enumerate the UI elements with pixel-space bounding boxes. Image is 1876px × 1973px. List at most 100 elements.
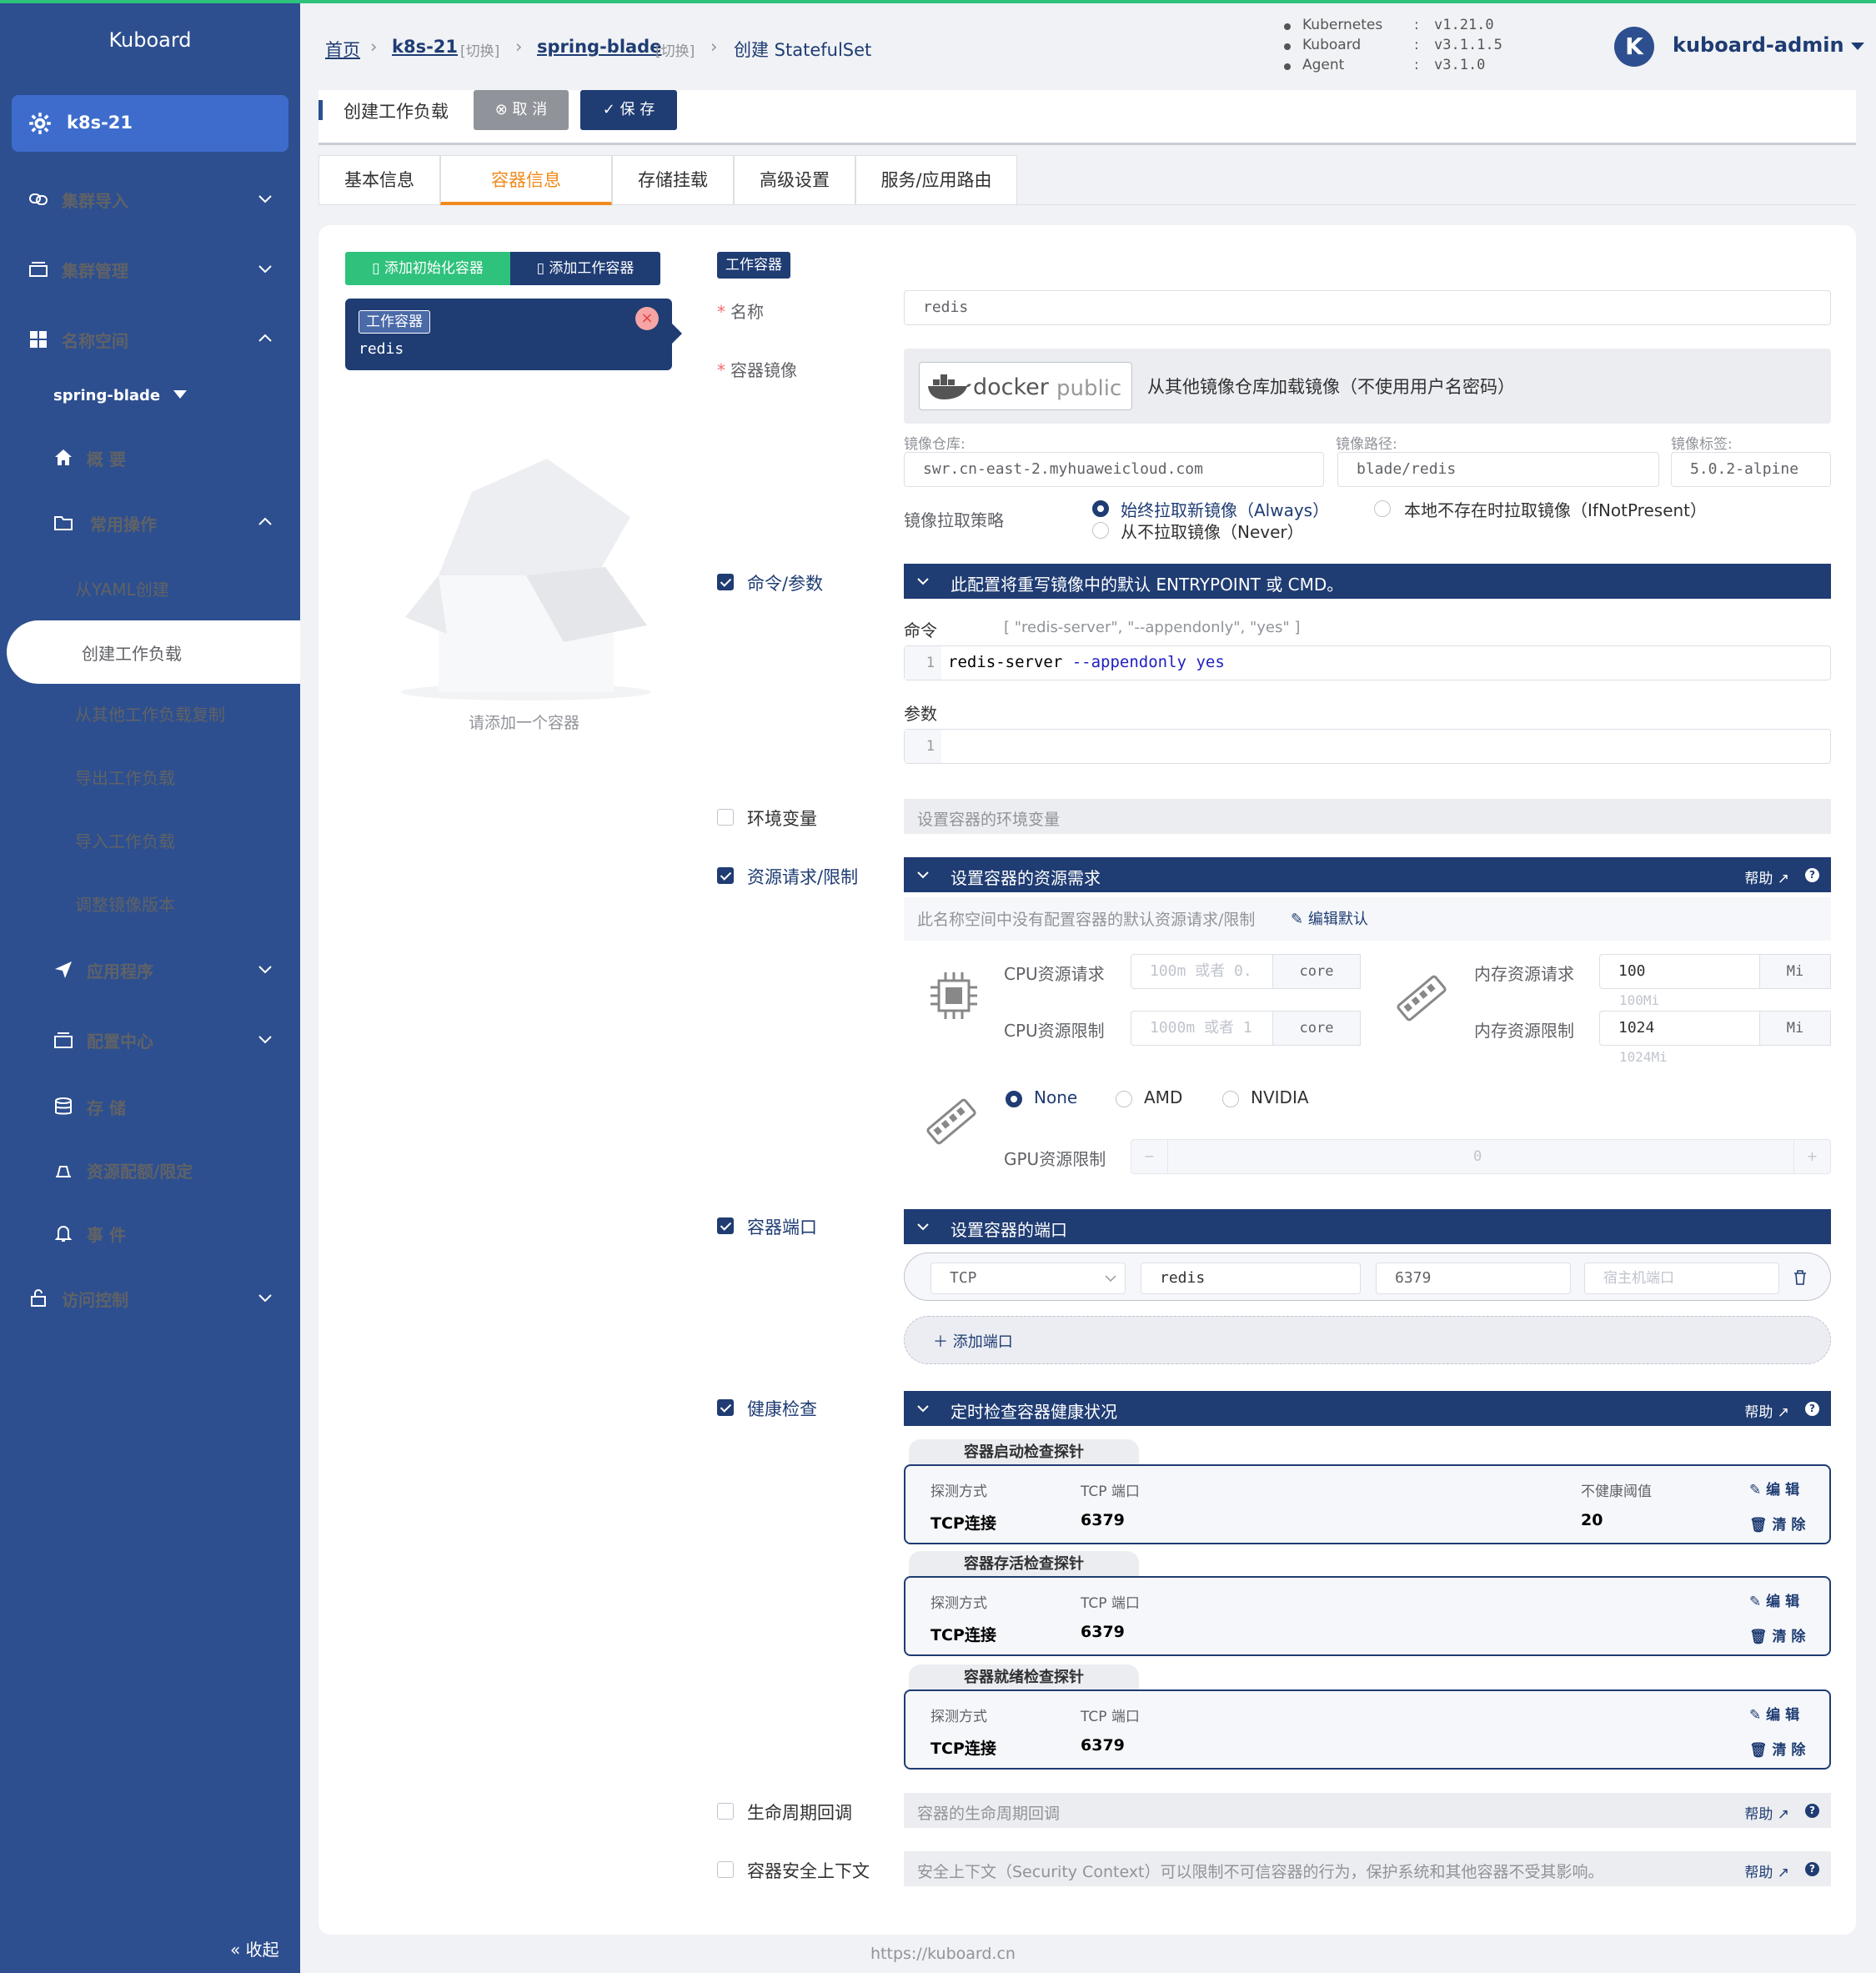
- ports-checkbox[interactable]: [717, 1217, 734, 1234]
- sidebar-item-storage[interactable]: 存 储: [0, 1086, 300, 1127]
- trash-icon[interactable]: [1793, 1269, 1808, 1286]
- sidebar: Kuboard k8s-21 集群导入 集群管理 名称空间 spring-bla…: [0, 3, 300, 1973]
- add-init-container-button[interactable]: ▯ 添加初始化容器: [345, 252, 510, 285]
- sidebar-item-namespace[interactable]: 名称空间: [0, 319, 300, 360]
- sidebar-item-applications[interactable]: 应用程序: [0, 949, 300, 991]
- help-link[interactable]: 帮助 ↗: [1744, 1860, 1789, 1881]
- chevron-right-icon: ›: [710, 37, 718, 57]
- help-link[interactable]: 帮助 ↗: [1744, 1802, 1789, 1823]
- breadcrumb-home[interactable]: 首页: [325, 37, 360, 62]
- port-protocol-select[interactable]: TCP: [930, 1263, 1126, 1294]
- clear-probe-button[interactable]: 🗑 清 除: [1749, 1513, 1805, 1534]
- grid-icon: [30, 331, 47, 348]
- edit-probe-button[interactable]: ✎ 编 辑: [1749, 1589, 1799, 1610]
- breadcrumb-namespace[interactable]: spring-blade: [537, 37, 661, 57]
- help-link[interactable]: 帮助 ↗: [1744, 1400, 1789, 1421]
- pull-never-radio[interactable]: [1092, 522, 1109, 539]
- breadcrumb-cluster[interactable]: k8s-21: [392, 37, 458, 57]
- sidebar-item-events[interactable]: 事 件: [0, 1212, 300, 1254]
- sidebar-item-cluster-import[interactable]: 集群导入: [0, 178, 300, 220]
- add-work-container-button[interactable]: ▯ 添加工作容器: [510, 252, 660, 285]
- cmd-section-header[interactable]: 此配置将重写镜像中的默认 ENTRYPOINT 或 CMD。: [904, 564, 1831, 599]
- sidebar-item-access[interactable]: 访问控制: [0, 1278, 300, 1319]
- sidebar-item-cluster-manage[interactable]: 集群管理: [0, 249, 300, 290]
- sidebar-item-quota[interactable]: 资源配额/限定: [0, 1149, 300, 1191]
- cmd-checkbox[interactable]: [717, 574, 734, 590]
- pull-ifnotpresent-radio[interactable]: [1374, 500, 1391, 517]
- tab-basic[interactable]: 基本信息: [319, 155, 440, 205]
- double-chevron-left-icon: «: [230, 1940, 241, 1960]
- stepper-plus[interactable]: +: [1793, 1140, 1830, 1173]
- health-section-header[interactable]: 定时检查容器健康状况 帮助 ↗ ?: [904, 1391, 1831, 1426]
- help-link[interactable]: 帮助 ↗: [1744, 866, 1789, 887]
- resources-checkbox[interactable]: [717, 867, 734, 884]
- gpu-amd-radio[interactable]: [1116, 1091, 1132, 1107]
- cmd-editor[interactable]: 1 redis-server --appendonly yes: [904, 645, 1831, 680]
- namespace-selector[interactable]: spring-blade: [53, 387, 188, 404]
- clear-probe-button[interactable]: 🗑 清 除: [1749, 1738, 1805, 1759]
- sidebar-sub-yaml[interactable]: 从YAML创建: [0, 567, 300, 609]
- memory-limit-input[interactable]: 1024: [1599, 1011, 1761, 1046]
- collapse-button[interactable]: « 收起: [230, 1936, 279, 1960]
- image-source-selector[interactable]: docker public 从其他镜像仓库加载镜像（不使用用户名密码）: [904, 349, 1831, 424]
- image-tag-input[interactable]: 5.0.2-alpine: [1671, 452, 1831, 487]
- cpu-limit-input[interactable]: 1000m 或者 1: [1131, 1011, 1274, 1046]
- container-name-input[interactable]: redis: [904, 290, 1831, 325]
- args-editor[interactable]: 1: [904, 729, 1831, 764]
- chevron-down-icon: [917, 871, 929, 879]
- host-port-input[interactable]: 宿主机端口: [1584, 1263, 1779, 1294]
- title-accent: [319, 100, 323, 120]
- image-repo-input[interactable]: swr.cn-east-2.myhuaweicloud.com: [904, 452, 1324, 487]
- add-port-button[interactable]: ＋ 添加端口: [904, 1316, 1831, 1364]
- gpu-none-radio[interactable]: [1006, 1091, 1022, 1107]
- gpu-nvidia-radio[interactable]: [1222, 1091, 1239, 1107]
- health-checkbox[interactable]: [717, 1399, 734, 1416]
- lifecycle-section[interactable]: 容器的生命周期回调 帮助 ↗ ?: [904, 1793, 1831, 1828]
- stepper-minus[interactable]: −: [1131, 1140, 1168, 1173]
- env-section[interactable]: 设置容器的环境变量: [904, 799, 1831, 834]
- tab-advanced[interactable]: 高级设置: [734, 155, 855, 205]
- tab-storage[interactable]: 存储挂载: [612, 155, 734, 205]
- tab-service[interactable]: 服务/应用路由: [855, 155, 1017, 205]
- port-number-input[interactable]: 6379: [1376, 1263, 1571, 1294]
- save-button[interactable]: ✓ 保 存: [580, 90, 677, 130]
- lifecycle-checkbox[interactable]: [717, 1803, 734, 1820]
- resources-section-header[interactable]: 设置容器的资源需求 帮助 ↗ ?: [904, 857, 1831, 892]
- cmd-checkbox-label: 命令/参数: [747, 574, 824, 594]
- env-checkbox[interactable]: [717, 809, 734, 826]
- gpu-limit-stepper[interactable]: − 0 +: [1131, 1139, 1831, 1174]
- container-card[interactable]: 工作容器 redis ×: [345, 299, 672, 370]
- edit-probe-button[interactable]: ✎ 编 辑: [1749, 1478, 1799, 1499]
- remove-container-icon[interactable]: ×: [635, 307, 659, 330]
- security-section[interactable]: 安全上下文（Security Context）可以限制不可信容器的行为，保护系统…: [904, 1851, 1831, 1886]
- clear-probe-button[interactable]: 🗑 清 除: [1749, 1624, 1805, 1645]
- user-menu[interactable]: kuboard-admin: [1673, 33, 1864, 57]
- breadcrumb-current: 创建 StatefulSet: [734, 40, 872, 60]
- avatar[interactable]: K: [1614, 27, 1654, 67]
- tab-containers[interactable]: 容器信息: [440, 155, 612, 205]
- sidebar-sub-copy-workload[interactable]: 从其他工作负载复制: [0, 692, 300, 734]
- sidebar-sub-import[interactable]: 导入工作负载: [0, 819, 300, 861]
- sidebar-item-label: 集群导入: [62, 190, 128, 211]
- edit-probe-button[interactable]: ✎ 编 辑: [1749, 1703, 1799, 1724]
- sidebar-item-common-ops[interactable]: 常用操作: [0, 502, 300, 544]
- port-name-input[interactable]: redis: [1141, 1263, 1361, 1294]
- sidebar-sub-create-workload[interactable]: 创建工作负载: [7, 620, 300, 684]
- sidebar-item-config[interactable]: 配置中心: [0, 1019, 300, 1061]
- image-path-input[interactable]: blade/redis: [1337, 452, 1659, 487]
- repo-label: 镜像仓库:: [904, 436, 966, 453]
- edit-default-link[interactable]: ✎ 编辑默认: [1291, 907, 1368, 929]
- memory-request-input[interactable]: 100: [1599, 954, 1761, 989]
- ports-section-header[interactable]: 设置容器的端口: [904, 1209, 1831, 1244]
- breadcrumb-switch-namespace[interactable]: [切换]: [655, 39, 695, 60]
- cluster-selector[interactable]: k8s-21: [12, 95, 288, 152]
- sidebar-sub-export[interactable]: 导出工作负载: [0, 756, 300, 797]
- sidebar-item-overview[interactable]: 概 要: [0, 437, 300, 479]
- sidebar-sub-image-version[interactable]: 调整镜像版本: [0, 882, 300, 924]
- security-checkbox[interactable]: [717, 1861, 734, 1878]
- chevron-down-icon: [258, 1294, 272, 1303]
- pull-always-radio[interactable]: [1092, 500, 1109, 517]
- cpu-request-input[interactable]: 100m 或者 0.: [1131, 954, 1274, 989]
- breadcrumb-switch-cluster[interactable]: [切换]: [460, 39, 499, 60]
- cancel-button[interactable]: ⊗ 取 消: [474, 90, 569, 130]
